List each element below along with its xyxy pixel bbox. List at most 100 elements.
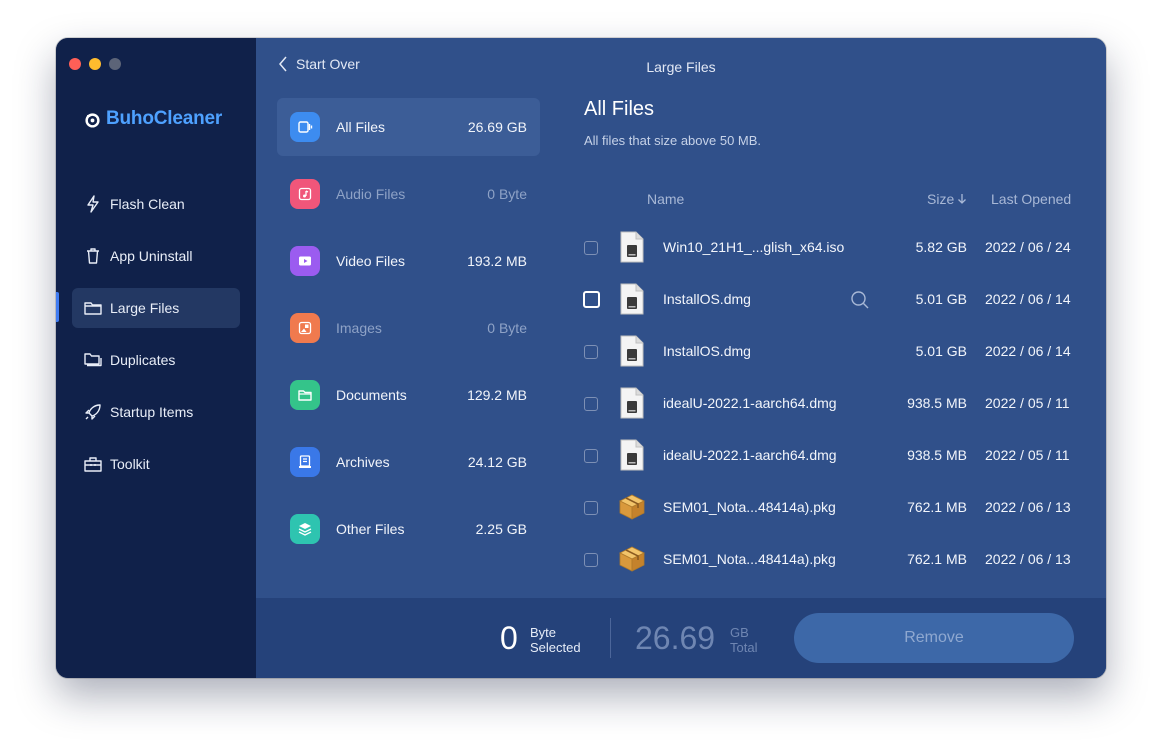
column-size[interactable]: Size [927,191,967,207]
chevron-left-icon [279,56,287,72]
total-unit: GB [730,625,749,640]
sidebar-item-large-files[interactable]: Large Files [72,288,240,328]
folder-icon [84,299,102,317]
category-size: 193.2 MB [467,253,527,269]
table-row[interactable]: InstallOS.dmg 5.01 GB 2022 / 06 / 14 [584,334,1084,386]
total-size-label: GB Total [730,625,757,655]
archive-icon [290,447,320,477]
row-checkbox[interactable] [584,345,598,359]
category-archives[interactable]: Archives 24.12 GB [277,433,540,491]
file-name: SEM01_Nota...48414a).pkg [663,551,836,567]
app-logo: BuhoCleaner [84,108,222,130]
category-label: Video Files [336,253,406,269]
table-row[interactable]: idealU-2022.1-aarch64.dmg 938.5 MB 2022 … [584,438,1084,490]
bolt-icon [84,195,102,213]
sidebar-item-duplicates[interactable]: Duplicates [72,340,240,380]
detail-title: All Files [584,98,655,120]
file-name: InstallOS.dmg [663,291,751,307]
video-icon [290,246,320,276]
sidebar-item-label: Large Files [110,300,180,316]
row-checkbox[interactable] [584,397,598,411]
toolbox-icon [84,455,102,473]
row-checkbox[interactable] [584,449,598,463]
disk-image-icon [620,231,644,263]
category-audio-files[interactable]: Audio Files 0 Byte [277,165,540,223]
table-row[interactable]: idealU-2022.1-aarch64.dmg 938.5 MB 2022 … [584,386,1084,438]
selected-caption: Selected [530,640,581,655]
category-documents[interactable]: Documents 129.2 MB [277,366,540,424]
row-checkbox[interactable] [584,501,598,515]
app-window: BuhoCleaner Flash Clean App Uninstall La… [56,38,1106,678]
sidebar-item-startup-items[interactable]: Startup Items [72,392,240,432]
top-bar: Large Files Start Over [256,56,1106,78]
category-label: Audio Files [336,186,406,202]
column-last-opened[interactable]: Last Opened [991,191,1071,207]
file-size: 762.1 MB [907,551,967,567]
file-last-opened: 2022 / 06 / 24 [985,239,1071,255]
category-label: Documents [336,387,407,403]
sidebar-item-label: App Uninstall [110,248,193,264]
file-size: 5.82 GB [915,239,967,255]
trash-icon [84,247,102,265]
disk-image-icon [620,439,644,471]
category-label: Archives [336,454,390,470]
file-last-opened: 2022 / 06 / 14 [985,343,1071,359]
start-over-button[interactable]: Start Over [278,56,360,72]
selected-size-label: Byte Selected [530,625,581,655]
selected-size-value: 0 [500,620,518,656]
category-label: Images [336,320,382,336]
category-size: 24.12 GB [467,454,527,470]
file-size: 5.01 GB [915,343,967,359]
category-video-files[interactable]: Video Files 193.2 MB [277,232,540,290]
category-label: Other Files [336,521,405,537]
total-size-value: 26.69 [635,620,716,656]
category-images[interactable]: Images 0 Byte [277,299,540,357]
table-row[interactable]: SEM01_Nota...48414a).pkg 762.1 MB 2022 /… [584,490,1084,542]
all-files-icon [290,112,320,142]
row-checkbox[interactable] [584,553,598,567]
category-label: All Files [336,119,386,135]
table-header: Name Size Last Opened [584,191,1084,211]
close-window-button[interactable] [69,58,81,70]
layers-icon [290,514,320,544]
disk-image-icon [620,335,644,367]
active-indicator [56,292,59,322]
file-name: idealU-2022.1-aarch64.dmg [663,395,837,411]
file-last-opened: 2022 / 06 / 13 [985,499,1071,515]
file-size: 5.01 GB [915,291,967,307]
category-other-files[interactable]: Other Files 2.25 GB [277,500,540,558]
table-row[interactable]: Win10_21H1_...glish_x64.iso 5.82 GB 2022… [584,230,1084,282]
column-size-label: Size [927,191,955,207]
file-name: InstallOS.dmg [663,343,751,359]
app-name: BuhoCleaner [106,108,223,129]
remove-button[interactable]: Remove [794,613,1074,663]
sidebar-item-flash-clean[interactable]: Flash Clean [72,184,240,224]
category-list: All Files 26.69 GB Audio Files 0 Byte Vi… [277,98,540,567]
file-detail-panel: All Files All files that size above 50 M… [583,98,1084,572]
file-last-opened: 2022 / 05 / 11 [985,447,1070,463]
table-row[interactable]: InstallOS.dmg 5.01 GB 2022 / 06 / 14 [583,282,1084,334]
table-row[interactable]: SEM01_Nota...48414a).pkg 762.1 MB 2022 /… [584,542,1084,594]
zoom-window-button[interactable] [109,58,121,70]
disk-image-icon [620,387,644,419]
category-all-files[interactable]: All Files 26.69 GB [277,98,540,156]
file-name: idealU-2022.1-aarch64.dmg [663,447,837,463]
magnifier-icon[interactable] [850,290,870,310]
sidebar: BuhoCleaner Flash Clean App Uninstall La… [56,38,256,678]
sidebar-nav: Flash Clean App Uninstall Large Files Du… [72,184,240,496]
file-last-opened: 2022 / 06 / 14 [985,291,1071,307]
file-size: 762.1 MB [907,499,967,515]
package-icon [619,494,645,520]
column-name[interactable]: Name [647,191,684,207]
package-icon [619,546,645,572]
sidebar-item-app-uninstall[interactable]: App Uninstall [72,236,240,276]
row-checkbox[interactable] [583,291,600,308]
sidebar-item-label: Startup Items [110,404,194,420]
category-size: 0 Byte [487,186,527,202]
row-checkbox[interactable] [584,241,598,255]
minimize-window-button[interactable] [89,58,101,70]
sidebar-item-toolkit[interactable]: Toolkit [72,444,240,484]
footer-bar: 0 Byte Selected 26.69 GB Total Remove [256,598,1106,678]
rocket-icon [84,403,102,421]
file-size: 938.5 MB [907,447,967,463]
